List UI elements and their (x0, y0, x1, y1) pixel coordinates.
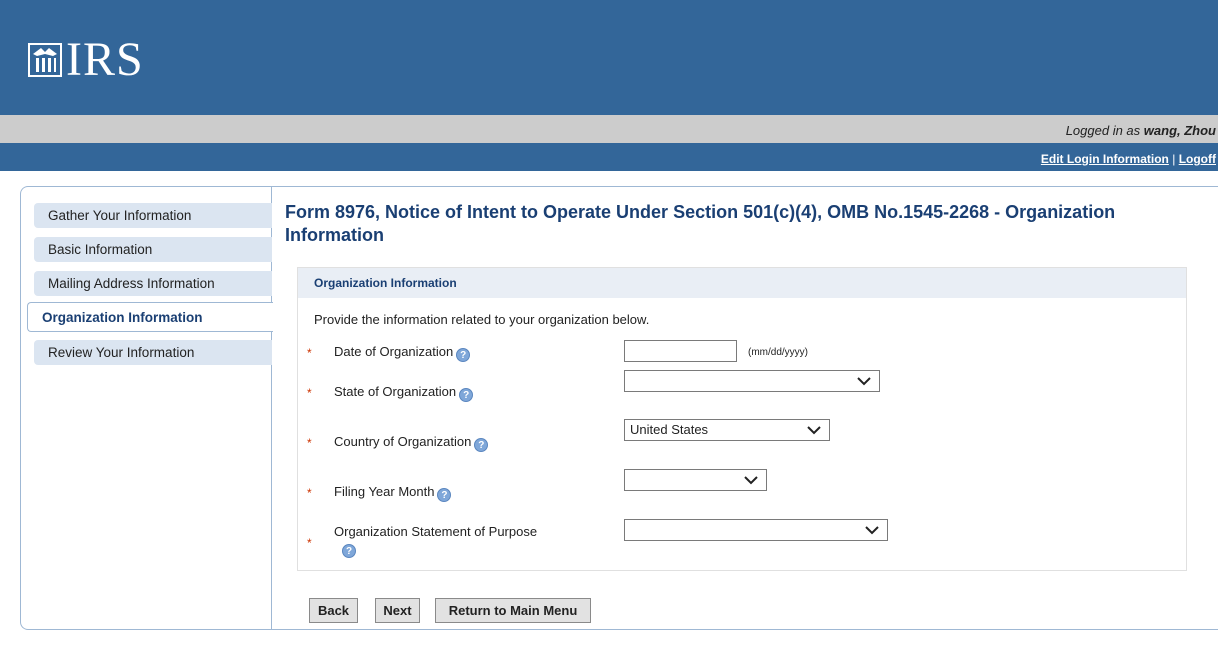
help-icon[interactable]: ? (474, 438, 489, 452)
sidebar-item-organization[interactable]: Organization Information (27, 302, 273, 332)
sidebar-item-basic[interactable]: Basic Information (34, 237, 272, 262)
chevron-down-icon (807, 426, 821, 435)
logoff-link[interactable]: Logoff (1179, 152, 1216, 166)
site-header: IRS (0, 0, 1218, 115)
state-of-organization-select[interactable] (624, 370, 880, 392)
panel-heading: Organization Information (298, 268, 1186, 298)
country-label: Country of Organization? (334, 434, 489, 452)
logged-in-label: Logged in as (1065, 123, 1141, 138)
required-marker: * (307, 346, 312, 360)
country-label-text: Country of Organization (334, 434, 472, 449)
required-marker: * (307, 486, 312, 500)
state-label-text: State of Organization (334, 384, 457, 399)
required-marker: * (307, 386, 312, 400)
date-label-text: Date of Organization (334, 344, 454, 359)
country-of-organization-select[interactable]: United States (624, 419, 830, 441)
chevron-down-icon (744, 476, 758, 485)
filing-label-text: Filing Year Month (334, 484, 435, 499)
content-frame: Gather Your Information Basic Informatio… (20, 186, 1218, 630)
sidebar: Gather Your Information Basic Informatio… (21, 187, 273, 629)
date-format-hint: (mm/dd/yyyy) (748, 347, 808, 358)
date-label: Date of Organization? (334, 344, 471, 362)
organization-panel: Organization Information Provide the inf… (297, 267, 1187, 571)
statement-of-purpose-select[interactable] (624, 519, 888, 541)
state-label: State of Organization? (334, 384, 474, 402)
logo-text: IRS (66, 33, 144, 86)
required-marker: * (307, 436, 312, 450)
purpose-label: Organization Statement of Purpose? (334, 524, 624, 558)
irs-eagle-icon (28, 43, 62, 77)
help-icon[interactable]: ? (459, 388, 474, 402)
chevron-down-icon (865, 526, 879, 535)
help-icon[interactable]: ? (342, 544, 356, 558)
login-status-bar: Logged in as wang, Zhou (0, 115, 1218, 143)
return-to-main-menu-button[interactable]: Return to Main Menu (435, 598, 591, 623)
page-title: Form 8976, Notice of Intent to Operate U… (285, 202, 1116, 245)
sidebar-item-mailing[interactable]: Mailing Address Information (34, 271, 272, 296)
help-icon[interactable]: ? (456, 348, 471, 362)
country-select-value: United States (630, 422, 709, 437)
sidebar-item-gather[interactable]: Gather Your Information (34, 203, 272, 228)
filing-year-month-select[interactable] (624, 469, 767, 491)
panel-intro: Provide the information related to your … (314, 312, 650, 327)
account-links-bar: Edit Login Information | Logoff (0, 143, 1218, 171)
next-button[interactable]: Next (375, 598, 420, 623)
link-separator: | (1172, 152, 1176, 166)
sidebar-item-review[interactable]: Review Your Information (34, 340, 272, 365)
required-marker: * (307, 536, 312, 550)
help-icon[interactable]: ? (437, 488, 452, 502)
edit-login-link[interactable]: Edit Login Information (1041, 152, 1169, 166)
logged-in-user: wang, Zhou (1143, 123, 1216, 138)
irs-logo[interactable]: IRS (27, 36, 144, 84)
back-button[interactable]: Back (309, 598, 358, 623)
date-of-organization-input[interactable] (624, 340, 737, 362)
filing-label: Filing Year Month? (334, 484, 452, 502)
purpose-label-text: Organization Statement of Purpose (334, 524, 538, 539)
chevron-down-icon (857, 377, 871, 386)
